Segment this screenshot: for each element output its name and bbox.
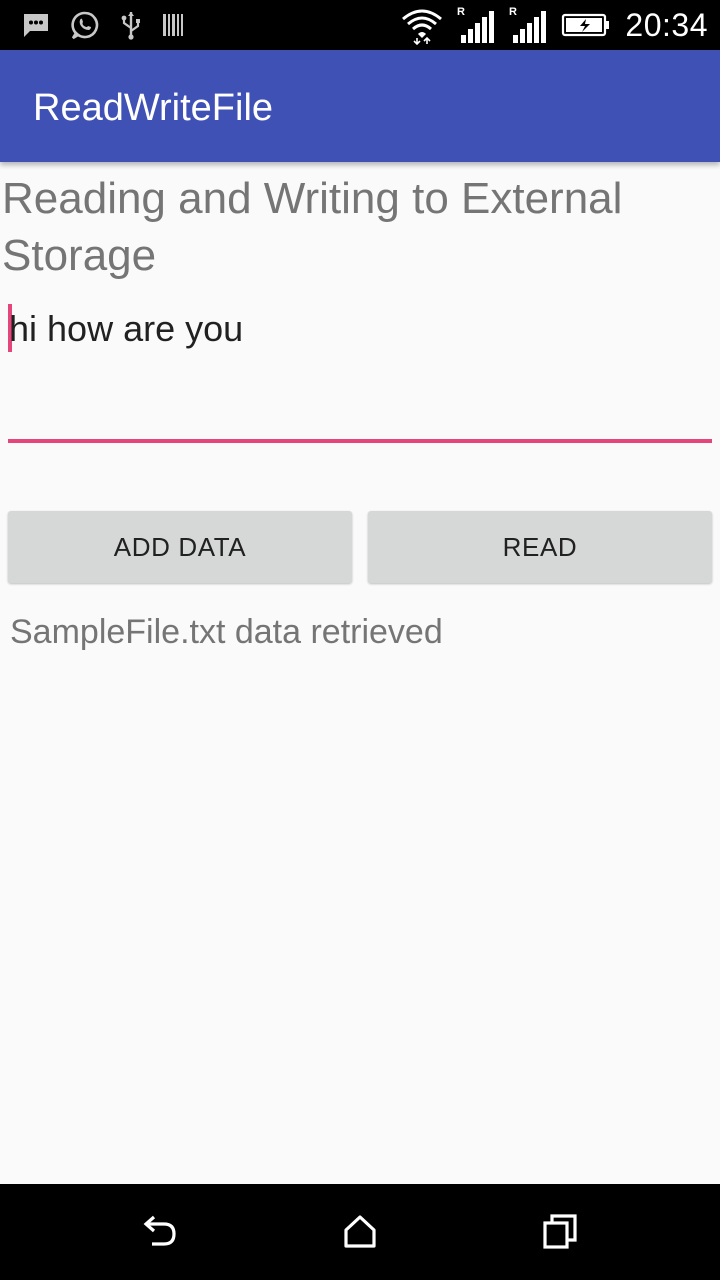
home-icon[interactable] (338, 1210, 382, 1254)
wifi-icon (401, 5, 443, 45)
page-heading: Reading and Writing to External Storage (2, 174, 623, 280)
notification-icons (22, 10, 184, 40)
signal-icon: R (457, 5, 495, 45)
message-icon (22, 12, 50, 38)
clock: 20:34 (625, 6, 708, 43)
data-input-field[interactable]: hi how are you (8, 300, 712, 446)
usb-icon (120, 10, 142, 40)
input-underline (8, 439, 712, 443)
roaming-indicator: R (509, 6, 517, 18)
add-data-button[interactable]: ADD DATA (8, 511, 352, 583)
data-input-value: hi how are you (9, 308, 244, 349)
system-icons: R R 20:34 (401, 0, 708, 50)
status-bar: R R 20:34 (0, 0, 720, 50)
battery-charging-icon (561, 12, 611, 38)
signal-icon: R (509, 5, 547, 45)
app-bar: ReadWriteFile (0, 50, 720, 162)
back-icon[interactable] (138, 1210, 182, 1254)
recent-apps-icon[interactable] (538, 1210, 582, 1254)
read-button[interactable]: READ (368, 511, 712, 583)
whatsapp-icon (70, 10, 100, 40)
barcode-icon (162, 12, 184, 38)
roaming-indicator: R (457, 6, 465, 18)
app-title: ReadWriteFile (33, 87, 274, 129)
navigation-bar (0, 1184, 720, 1280)
result-text: SampleFile.txt data retrieved (10, 613, 443, 651)
